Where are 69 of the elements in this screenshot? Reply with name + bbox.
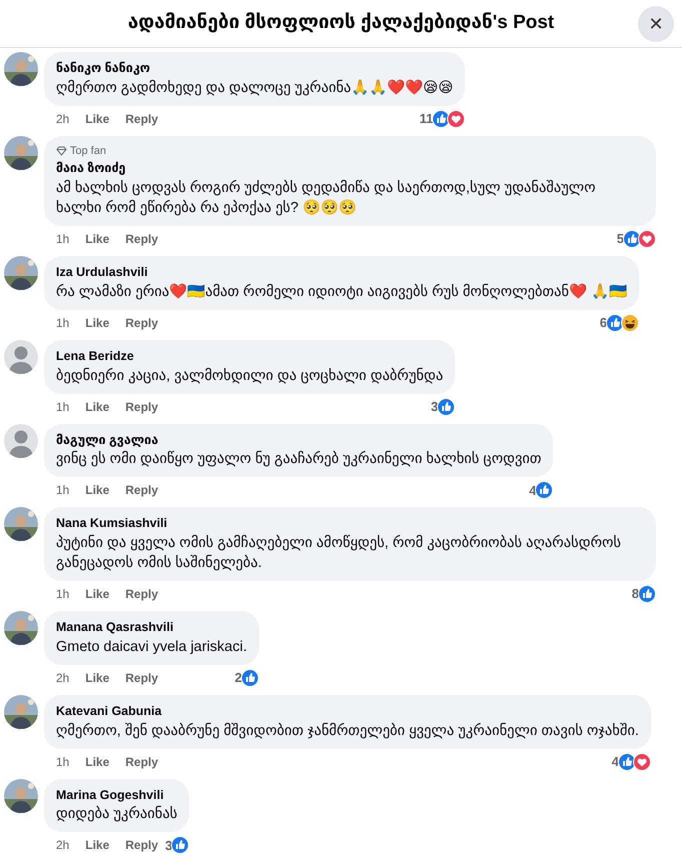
like-link[interactable]: Like (85, 752, 110, 770)
comment-time[interactable]: 1h (56, 752, 70, 770)
comment-text: ამ ხალხის ცოდვას როგირ უძლებს დედამიწა და საერთოდ,სულ უდანაშაულო ხალხი რომ ეწირება რა ეპოქაა ეს? 🥺🥺🥺 (56, 178, 597, 218)
laughing-reaction-icon (620, 314, 639, 332)
comment-time[interactable]: 1h (56, 314, 70, 332)
diamond-icon (56, 146, 67, 156)
comment-text: Gmeto daicavi yvela jariskaci. (56, 638, 247, 657)
like-reaction-icon (638, 585, 656, 603)
close-button[interactable]: ✕ (638, 6, 674, 42)
comment-time[interactable]: 1h (56, 585, 70, 603)
comment-time[interactable]: 1h (56, 398, 70, 416)
like-link[interactable]: Like (85, 836, 110, 854)
comment-time[interactable]: 2h (56, 836, 70, 854)
comment-text: ვინც ეს ომი დაიწყო უფალო ნუ გააჩარებ უკრაინელი ხალხის ცოდვით (56, 450, 542, 470)
comment-text: დიდება უკრაინას (56, 804, 178, 824)
love-reaction-icon (638, 230, 656, 248)
reaction-count[interactable]: 6 (600, 313, 607, 332)
comment-text: ღმერთო, შენ დააბრუნე მშვიდობით ჯანმრთელები ყველა უკრაინელი თავის ოჯახში. (56, 722, 639, 740)
reply-link[interactable]: Reply (125, 668, 158, 687)
reaction-count[interactable]: 5 (616, 229, 624, 249)
commenter-name[interactable]: Katevani Gabunia (56, 702, 639, 720)
reply-link[interactable]: Reply (125, 110, 158, 128)
reaction-count[interactable]: 4 (529, 480, 536, 500)
commenter-name[interactable]: მაგული გვალია (56, 430, 542, 450)
reply-link[interactable]: Reply (125, 398, 158, 416)
reaction-count[interactable]: 4 (612, 752, 619, 772)
default-avatar-icon (4, 340, 38, 374)
reply-link[interactable]: Reply (125, 481, 158, 500)
like-link[interactable]: Like (85, 110, 110, 128)
like-reaction-icon (241, 668, 259, 687)
like-link[interactable]: Like (85, 230, 110, 248)
reaction-count[interactable]: 3 (430, 396, 438, 416)
like-reaction-icon (535, 481, 554, 500)
love-reaction-icon (447, 110, 466, 128)
comment-time[interactable]: 2h (56, 110, 70, 128)
like-link[interactable]: Like (85, 668, 110, 687)
badge-label: Top fan (70, 144, 106, 159)
post-title: ადამიანები მსოფლიოს ქალაქებიდან's Post (128, 11, 554, 36)
reply-link[interactable]: Reply (125, 314, 158, 332)
like-reaction-icon (437, 398, 456, 416)
reply-link[interactable]: Reply (125, 752, 158, 770)
reaction-count[interactable]: 11 (420, 109, 434, 128)
comment-time[interactable]: 1h (56, 481, 70, 500)
default-avatar-icon (4, 424, 38, 458)
commenter-name[interactable]: ნანიკო ნანიკო (56, 59, 454, 78)
like-link[interactable]: Like (85, 481, 110, 500)
reaction-count[interactable]: 3 (165, 836, 172, 855)
comment-text: ღმერთო გადმოხედე და დალოცე უკრაინა🙏🙏❤❤😪😪 (56, 78, 454, 98)
commenter-name[interactable]: Iza Urdulashvili (56, 263, 627, 282)
comment-time[interactable]: 1h (56, 230, 70, 248)
reply-link[interactable]: Reply (125, 836, 158, 854)
reaction-count[interactable]: 8 (632, 584, 639, 604)
reply-link[interactable]: Reply (125, 230, 158, 248)
commenter-name[interactable]: მაია ზოიძე (56, 159, 644, 178)
commenter-name[interactable]: Marina Gogeshvili (56, 786, 178, 804)
comment-time[interactable]: 2h (56, 668, 70, 687)
commenter-name[interactable]: Manana Qasrashvili (56, 618, 247, 637)
like-link[interactable]: Like (85, 585, 110, 603)
reaction-count[interactable]: 2 (234, 668, 242, 688)
love-reaction-icon (632, 752, 651, 770)
like-reaction-icon (171, 836, 190, 854)
comment-text: ბედნიერი კაცია, ვალმოხდილი და ცოცხალი დაბრუნდა (56, 366, 444, 386)
comment-text: რა ლამაზი ერია❤🇺🇦ამათ რომელი იდიოტი აიგივებს რუს მონღოლებთან❤ 🙏🇺🇦 (56, 282, 627, 302)
like-link[interactable]: Like (85, 314, 110, 332)
commenter-name[interactable]: Lena Beridze (56, 346, 444, 366)
commenter-name[interactable]: Nana Kumsiashvili (56, 514, 644, 533)
like-link[interactable]: Like (85, 398, 110, 416)
comment-text: პუტინი და ყველა ომის გამჩაღებელი ამოწყდეს, რომ კაცობრიობას აღარასდროს განეცადოს ომის საშინელება. (56, 534, 622, 573)
reply-link[interactable]: Reply (125, 585, 158, 603)
